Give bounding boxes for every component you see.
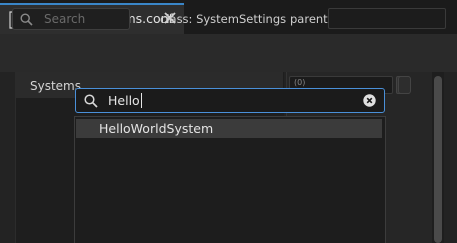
class-label: class: SystemSettings — [160, 12, 287, 26]
search-placeholder: Search — [44, 12, 86, 26]
inspector-extra-button[interactable] — [398, 76, 411, 94]
scrollbar-thumb[interactable] — [434, 76, 442, 243]
parent-label: parent: — [290, 12, 332, 26]
popup-search-input[interactable]: Hello — [75, 88, 385, 113]
parent-field[interactable] — [328, 8, 446, 29]
toolbar — [0, 34, 457, 72]
search-icon — [20, 13, 33, 26]
inspector-field-value: (0) — [294, 78, 306, 87]
systems-label: Systems — [30, 79, 81, 93]
clear-search-icon[interactable] — [363, 94, 376, 107]
text-caret — [141, 93, 142, 108]
search-input[interactable]: Search — [12, 8, 130, 30]
search-icon — [84, 94, 98, 108]
popup-result-label: HelloWorldSystem — [99, 121, 214, 136]
popup-search-value: Hello — [108, 93, 140, 108]
